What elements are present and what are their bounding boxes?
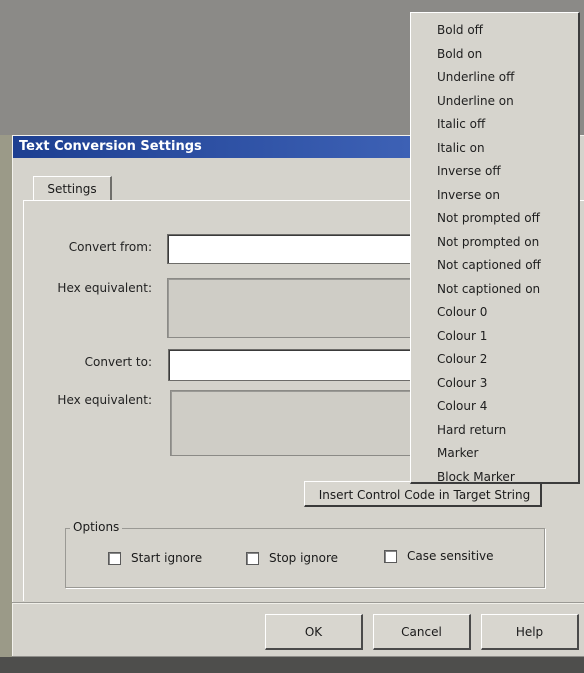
menu-item-not-prompted-on[interactable]: Not prompted on: [411, 231, 578, 255]
menu-item-colour-1[interactable]: Colour 1: [411, 325, 578, 349]
menu-item-hard-return[interactable]: Hard return: [411, 419, 578, 443]
case-sensitive-checkbox[interactable]: Case sensitive: [384, 549, 494, 563]
checkbox-square-icon[interactable]: [384, 549, 397, 563]
menu-item-italic-off[interactable]: Italic off: [411, 113, 578, 137]
menu-item-bold-on[interactable]: Bold on: [411, 43, 578, 67]
menu-item-not-captioned-off[interactable]: Not captioned off: [411, 254, 578, 278]
menu-item-italic-on[interactable]: Italic on: [411, 137, 578, 161]
convert-from-label: Convert from:: [68, 240, 152, 254]
convert-to-input[interactable]: [168, 349, 420, 381]
checkbox-square-icon[interactable]: [108, 551, 121, 565]
menu-item-colour-2[interactable]: Colour 2: [411, 348, 578, 372]
menu-item-not-captioned-on[interactable]: Not captioned on: [411, 278, 578, 302]
dialog-title: Text Conversion Settings: [13, 136, 419, 158]
button-row-divider: [12, 602, 584, 604]
convert-to-label: Convert to:: [84, 355, 152, 369]
start-ignore-checkbox[interactable]: Start ignore: [108, 551, 202, 565]
hex-equivalent-from-box: [167, 278, 419, 338]
menu-item-underline-on[interactable]: Underline on: [411, 90, 578, 114]
hex-equivalent-to-box: [170, 390, 422, 456]
taskbar-strip: [0, 657, 584, 673]
background-window-edge: [0, 135, 12, 670]
help-button[interactable]: Help: [481, 614, 579, 650]
control-code-menu: Bold off Bold on Underline off Underline…: [410, 12, 580, 484]
hex-equivalent-label-from: Hex equivalent:: [57, 281, 152, 295]
case-sensitive-label: Case sensitive: [407, 549, 494, 563]
tab-settings[interactable]: Settings: [33, 176, 112, 201]
menu-item-underline-off[interactable]: Underline off: [411, 66, 578, 90]
start-ignore-label: Start ignore: [131, 551, 203, 565]
stop-ignore-label: Stop ignore: [269, 551, 339, 565]
convert-from-input[interactable]: [167, 234, 419, 264]
checkbox-square-icon[interactable]: [246, 551, 259, 565]
menu-item-not-prompted-off[interactable]: Not prompted off: [411, 207, 578, 231]
menu-item-marker[interactable]: Marker: [411, 442, 578, 466]
menu-item-inverse-on[interactable]: Inverse on: [411, 184, 578, 208]
hex-equivalent-label-to: Hex equivalent:: [57, 393, 152, 407]
cancel-button[interactable]: Cancel: [373, 614, 471, 650]
ok-button[interactable]: OK: [265, 614, 363, 650]
menu-item-colour-4[interactable]: Colour 4: [411, 395, 578, 419]
menu-item-inverse-off[interactable]: Inverse off: [411, 160, 578, 184]
stop-ignore-checkbox[interactable]: Stop ignore: [246, 551, 338, 565]
menu-item-block-marker[interactable]: Block Marker: [411, 466, 578, 490]
options-group-label: Options: [70, 520, 123, 534]
menu-item-colour-0[interactable]: Colour 0: [411, 301, 578, 325]
menu-item-colour-3[interactable]: Colour 3: [411, 372, 578, 396]
menu-item-bold-off[interactable]: Bold off: [411, 19, 578, 43]
